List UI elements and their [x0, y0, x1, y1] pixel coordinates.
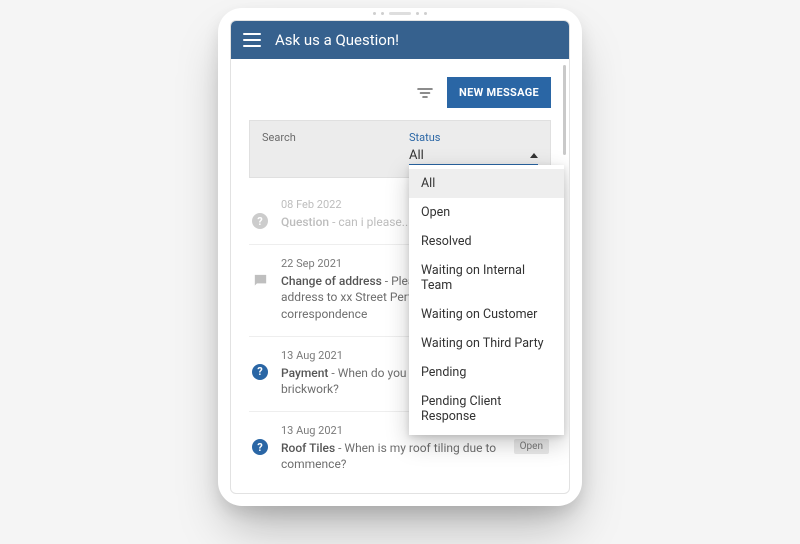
message-subject: Change of address	[281, 274, 382, 288]
page-title: Ask us a Question!	[275, 31, 399, 49]
status-value: All	[409, 148, 424, 163]
device-sensors	[373, 12, 427, 15]
message-subject: Roof Tiles	[281, 441, 335, 455]
status-field[interactable]: Status All AllOpenResolvedWaiting on Int…	[409, 131, 538, 165]
question-icon: ?	[251, 212, 269, 230]
status-option[interactable]: Pending	[409, 358, 564, 387]
search-field[interactable]: Search	[262, 131, 391, 165]
message-subject: Payment	[281, 366, 328, 380]
scrollbar-thumb[interactable]	[563, 65, 566, 155]
status-option[interactable]: Resolved	[409, 227, 564, 256]
tablet-frame: Ask us a Question! NEW MESSAGE Search St…	[218, 8, 582, 506]
filter-icon[interactable]	[417, 87, 433, 99]
screen: Ask us a Question! NEW MESSAGE Search St…	[230, 20, 570, 494]
status-option[interactable]: All	[409, 169, 564, 198]
status-option[interactable]: Pending Client Response	[409, 387, 564, 431]
status-option[interactable]: Waiting on Customer	[409, 300, 564, 329]
status-dropdown: AllOpenResolvedWaiting on Internal TeamW…	[409, 165, 564, 435]
status-badge: Open	[514, 439, 549, 454]
search-label: Search	[262, 131, 391, 144]
question-icon: ?	[251, 363, 269, 381]
action-row: NEW MESSAGE	[231, 59, 569, 120]
status-option[interactable]: Open	[409, 198, 564, 227]
app-bar: Ask us a Question!	[231, 21, 569, 59]
question-icon: ?	[251, 438, 269, 456]
new-message-button[interactable]: NEW MESSAGE	[447, 77, 551, 108]
caret-up-icon	[530, 153, 538, 158]
message-subject: Question	[281, 215, 329, 229]
status-select[interactable]: All	[409, 148, 538, 165]
menu-icon[interactable]	[243, 33, 261, 47]
filter-bar: Search Status All AllOpenResolvedWaiting…	[249, 120, 551, 178]
status-option[interactable]: Waiting on Third Party	[409, 329, 564, 358]
message-text: Roof Tiles - When is my roof tiling due …	[281, 440, 502, 472]
status-label: Status	[409, 131, 538, 144]
status-option[interactable]: Waiting on Internal Team	[409, 256, 564, 300]
chat-icon	[251, 271, 269, 289]
